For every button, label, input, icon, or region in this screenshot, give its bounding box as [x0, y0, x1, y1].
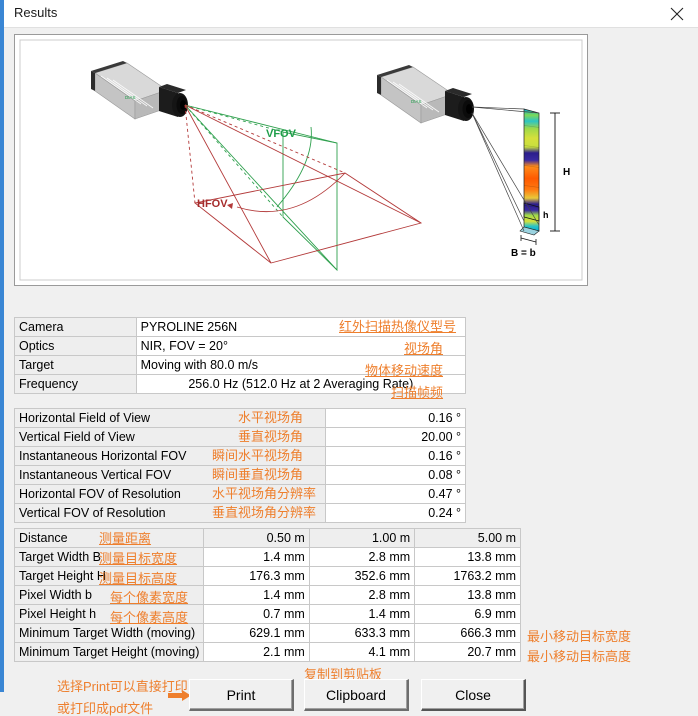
column-header: 1.00 m [309, 529, 414, 548]
row-label: Camera [15, 318, 137, 337]
column-header: 5.00 m [415, 529, 521, 548]
row-label: Instantaneous Vertical FOV [15, 466, 326, 485]
row-value: 1763.2 mm [415, 567, 521, 586]
close-icon[interactable] [656, 0, 698, 28]
row-value: 0.08 ° [326, 466, 466, 485]
table-row: Instantaneous Horizontal FOV 0.16 ° [15, 447, 466, 466]
diagram-label-h: h [543, 210, 549, 220]
close-button-label: Close [455, 687, 491, 703]
clipboard-button[interactable]: Clipboard [304, 679, 409, 711]
svg-text:DIAS: DIAS [125, 95, 136, 100]
row-value: 176.3 mm [204, 567, 309, 586]
table-row: Horizontal FOV of Resolution 0.47 ° [15, 485, 466, 504]
row-value: 633.3 mm [309, 624, 414, 643]
table-row: Vertical Field of View 20.00 ° [15, 428, 466, 447]
row-value: 13.8 mm [415, 548, 521, 567]
title-bar: Results [4, 0, 698, 28]
row-value: 1.4 mm [309, 605, 414, 624]
diagram-label-B: B = b [511, 248, 536, 259]
row-value: 352.6 mm [309, 567, 414, 586]
column-header: 0.50 m [204, 529, 309, 548]
row-label: Minimum Target Width (moving) [15, 624, 204, 643]
row-value: 20.00 ° [326, 428, 466, 447]
annotation-min-target-height: 最小移动目标高度 [527, 650, 631, 664]
row-value: 0.24 ° [326, 504, 466, 523]
fov-table: Horizontal Field of View 0.16 ° Vertical… [14, 408, 466, 523]
table-row: Horizontal Field of View 0.16 ° [15, 409, 466, 428]
close-button[interactable]: Close [421, 679, 526, 711]
row-value: 629.1 mm [204, 624, 309, 643]
row-label: Vertical FOV of Resolution [15, 504, 326, 523]
row-value: 0.16 ° [326, 447, 466, 466]
row-label: Optics [15, 337, 137, 356]
row-label: Instantaneous Horizontal FOV [15, 447, 326, 466]
table-row: Distance 0.50 m 1.00 m 5.00 m [15, 529, 521, 548]
fov-diagram-panel: DIAS VFOV [14, 34, 588, 286]
row-label: Pixel Width b [15, 586, 204, 605]
table-row: Target Moving with 80.0 m/s [15, 356, 466, 375]
diagram-label-H: H [563, 167, 570, 178]
row-value: 0.16 ° [326, 409, 466, 428]
row-label: Target [15, 356, 137, 375]
table-row: Target Width B 1.4 mm 2.8 mm 13.8 mm [15, 548, 521, 567]
row-value: Moving with 80.0 m/s [136, 356, 465, 375]
row-label: Minimum Target Height (moving) [15, 643, 204, 662]
table-row: Camera PYROLINE 256N [15, 318, 466, 337]
hfov-label: HFOV [197, 198, 228, 210]
dialog-body: DIAS VFOV [4, 28, 698, 692]
row-value: 666.3 mm [415, 624, 521, 643]
row-value: 256.0 Hz (512.0 Hz at 2 Averaging Rate) [136, 375, 465, 394]
row-value: PYROLINE 256N [136, 318, 465, 337]
table-row: Pixel Height h 0.7 mm 1.4 mm 6.9 mm [15, 605, 521, 624]
table-row: Target Height H 176.3 mm 352.6 mm 1763.2… [15, 567, 521, 586]
clipboard-button-label: Clipboard [326, 687, 386, 703]
table-row: Vertical FOV of Resolution 0.24 ° [15, 504, 466, 523]
svg-text:DIAS: DIAS [411, 99, 422, 104]
table-row: Frequency 256.0 Hz (512.0 Hz at 2 Averag… [15, 375, 466, 394]
row-label: Distance [15, 529, 204, 548]
row-value: 2.1 mm [204, 643, 309, 662]
camera-info-table: Camera PYROLINE 256N Optics NIR, FOV = 2… [14, 317, 466, 394]
print-button[interactable]: Print [189, 679, 294, 711]
table-row: Minimum Target Width (moving) 629.1 mm 6… [15, 624, 521, 643]
row-label: Frequency [15, 375, 137, 394]
row-label: Horizontal FOV of Resolution [15, 485, 326, 504]
row-label: Horizontal Field of View [15, 409, 326, 428]
row-value: 6.9 mm [415, 605, 521, 624]
row-value: 1.4 mm [204, 548, 309, 567]
table-row: Instantaneous Vertical FOV 0.08 ° [15, 466, 466, 485]
row-value: 4.1 mm [309, 643, 414, 662]
row-value: 0.7 mm [204, 605, 309, 624]
row-value: 0.47 ° [326, 485, 466, 504]
row-label: Target Width B [15, 548, 204, 567]
row-label: Target Height H [15, 567, 204, 586]
row-label: Vertical Field of View [15, 428, 326, 447]
row-value: 13.8 mm [415, 586, 521, 605]
vfov-label: VFOV [266, 128, 297, 140]
row-value: 1.4 mm [204, 586, 309, 605]
window-title: Results [14, 5, 57, 20]
table-row: Optics NIR, FOV = 20° [15, 337, 466, 356]
row-label: Pixel Height h [15, 605, 204, 624]
table-row: Pixel Width b 1.4 mm 2.8 mm 13.8 mm [15, 586, 521, 605]
annotation-print-line2: 或打印成pdf文件 [57, 702, 153, 716]
fov-diagram: DIAS VFOV [15, 35, 587, 285]
print-button-label: Print [227, 687, 256, 703]
row-value: 2.8 mm [309, 548, 414, 567]
row-value: NIR, FOV = 20° [136, 337, 465, 356]
row-value: 2.8 mm [309, 586, 414, 605]
distance-table: Distance 0.50 m 1.00 m 5.00 m Target Wid… [14, 528, 521, 662]
annotation-min-target-width: 最小移动目标宽度 [527, 630, 631, 644]
row-value: 20.7 mm [415, 643, 521, 662]
table-row: Minimum Target Height (moving) 2.1 mm 4.… [15, 643, 521, 662]
